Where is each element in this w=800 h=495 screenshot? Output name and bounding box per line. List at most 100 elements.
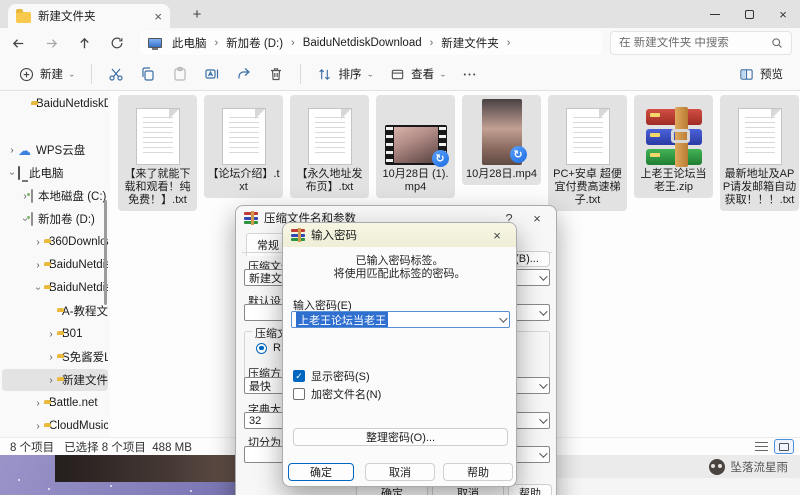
file-icon-box bbox=[646, 97, 702, 165]
sidebar-item-baidunetdis[interactable]: ›BaiduNetdis bbox=[2, 277, 108, 299]
sidebar-item-本地磁盘-c-[interactable]: ›本地磁盘 (C:) bbox=[2, 185, 108, 207]
new-tab-button[interactable]: + bbox=[186, 3, 208, 25]
refresh-button[interactable] bbox=[102, 30, 132, 56]
chevron-down-icon bbox=[539, 449, 547, 457]
large-icons-view-toggle[interactable] bbox=[774, 439, 794, 454]
maximize-button[interactable] bbox=[732, 0, 766, 28]
items-count: 8 个项目 bbox=[10, 439, 54, 455]
video-thumbnail: ↻ bbox=[385, 125, 447, 165]
sidebar-item-新加卷-d-[interactable]: ›新加卷 (D:) bbox=[2, 208, 108, 230]
explorer-tab[interactable]: 新建文件夹 × bbox=[8, 4, 170, 28]
user-avatar[interactable] bbox=[709, 459, 725, 475]
sidebar-item-新建文件夹[interactable]: ›新建文件夹 bbox=[2, 369, 108, 391]
file-name-label: 最新地址及APP请发邮箱自动获取！！！.txt bbox=[722, 168, 797, 207]
dialog-close-button[interactable]: × bbox=[486, 228, 508, 243]
delete-button[interactable] bbox=[260, 60, 292, 88]
chevron-icon[interactable]: › bbox=[32, 421, 44, 432]
sidebar-item-baidunetdis[interactable]: ›BaiduNetdis bbox=[2, 254, 108, 276]
breadcrumb-item[interactable]: 新加卷 (D:) bbox=[222, 33, 287, 53]
trash-icon bbox=[267, 65, 285, 83]
file-tile[interactable]: 最新地址及APP请发邮箱自动获取！！！.txt bbox=[720, 95, 799, 211]
sidebar-item-battle-net[interactable]: ›Battle.net bbox=[2, 392, 108, 414]
chevron-icon[interactable]: › bbox=[20, 213, 31, 225]
password-ok-button[interactable]: 确定 bbox=[288, 463, 354, 481]
password-dialog-title: 输入密码 bbox=[311, 227, 480, 243]
dialog-close-button[interactable]: × bbox=[526, 211, 548, 226]
checkbox-checked-icon: ✓ bbox=[293, 370, 305, 382]
thumbnail-view-icon bbox=[779, 443, 789, 451]
cut-button[interactable] bbox=[100, 60, 132, 88]
password-info-line2: 将使用匹配此标签的密码。 bbox=[283, 265, 516, 281]
new-button[interactable]: 新建 ⌄ bbox=[10, 60, 83, 88]
sort-button[interactable]: 排序 ⌄ bbox=[309, 60, 382, 88]
up-button[interactable] bbox=[69, 30, 99, 56]
show-password-checkbox[interactable]: ✓ 显示密码(S) bbox=[293, 368, 370, 384]
breadcrumb[interactable]: 此电脑›新加卷 (D:)›BaiduNetdiskDownload›新建文件夹› bbox=[140, 31, 602, 55]
file-tile[interactable]: ↻10月28日 (1).mp4 bbox=[376, 95, 455, 198]
sidebar-item-360downloa[interactable]: ›360Downloa bbox=[2, 231, 108, 253]
file-name-label: 【永久地址发布页】.txt bbox=[292, 168, 367, 194]
file-icon-box bbox=[566, 97, 610, 165]
password-dialog-titlebar[interactable]: 输入密码 × bbox=[283, 223, 516, 247]
breadcrumb-separator-icon: › bbox=[428, 37, 436, 49]
file-tile[interactable]: 【永久地址发布页】.txt bbox=[290, 95, 369, 198]
sidebar-item-cloudmusic[interactable]: ›CloudMusic bbox=[2, 415, 108, 437]
sidebar: BaiduNetdiskD ›☁WPS云盘›此电脑›本地磁盘 (C:)›新加卷 (… bbox=[0, 92, 110, 437]
chevron-icon[interactable]: › bbox=[19, 191, 31, 202]
file-tile[interactable]: 【论坛介绍】.txt bbox=[204, 95, 283, 198]
sidebar-item-s免酱爱lou[interactable]: ›S免酱爱LOU bbox=[2, 346, 108, 368]
share-button[interactable] bbox=[228, 60, 260, 88]
chevron-icon[interactable]: › bbox=[45, 375, 57, 386]
tab-close-icon[interactable]: × bbox=[154, 10, 162, 23]
new-button-label: 新建 bbox=[40, 66, 63, 82]
password-help-button[interactable]: 帮助 bbox=[443, 463, 513, 481]
password-cancel-button[interactable]: 取消 bbox=[365, 463, 435, 481]
netdisk-sync-badge-icon: ↻ bbox=[432, 150, 449, 167]
file-name-label: 【论坛介绍】.txt bbox=[206, 168, 281, 194]
chevron-icon[interactable]: › bbox=[7, 167, 18, 179]
chevron-icon[interactable]: › bbox=[32, 237, 44, 248]
breadcrumb-separator-icon: › bbox=[289, 37, 297, 49]
sidebar-item-此电脑[interactable]: ›此电脑 bbox=[2, 162, 108, 184]
minimize-button[interactable] bbox=[698, 0, 732, 28]
rar-format-radio[interactable]: R bbox=[256, 342, 281, 354]
chevron-icon[interactable]: › bbox=[45, 329, 57, 340]
encrypt-names-checkbox[interactable]: 加密文件名(N) bbox=[293, 386, 381, 402]
organize-passwords-button[interactable]: 整理密码(O)... bbox=[293, 428, 508, 446]
sidebar-item-baidunetdiskd[interactable]: BaiduNetdiskD bbox=[2, 93, 108, 115]
chevron-icon[interactable]: › bbox=[6, 145, 18, 156]
breadcrumb-item[interactable]: BaiduNetdiskDownload bbox=[299, 35, 426, 51]
sidebar-item-wps云盘[interactable]: ›☁WPS云盘 bbox=[2, 139, 108, 161]
chevron-icon[interactable]: › bbox=[32, 398, 44, 409]
forward-button[interactable] bbox=[36, 30, 66, 56]
breadcrumb-item[interactable]: 新建文件夹 bbox=[437, 33, 503, 53]
paste-button[interactable] bbox=[164, 60, 196, 88]
search-input[interactable] bbox=[619, 37, 771, 49]
sidebar-item-label: BaiduNetdiskD bbox=[36, 98, 108, 110]
this-pc-icon bbox=[18, 167, 24, 179]
password-combo[interactable]: 上老王论坛当老王 bbox=[291, 311, 510, 328]
sidebar-scrollbar[interactable] bbox=[104, 200, 107, 305]
preview-button[interactable]: 预览 bbox=[730, 60, 790, 88]
file-tile[interactable]: 【来了就能下载和观看！纯免费！】.txt bbox=[118, 95, 197, 211]
sidebar-item-a-教程文件[interactable]: A-教程文件 bbox=[2, 300, 108, 322]
chevron-icon[interactable]: › bbox=[33, 282, 44, 294]
breadcrumb-item[interactable]: 此电脑 bbox=[168, 33, 211, 53]
file-name-label: PC+安卓 超便宜付费高速梯子.txt bbox=[550, 168, 625, 207]
details-view-icon[interactable] bbox=[755, 442, 768, 451]
sidebar-item-b01[interactable]: ›B01 bbox=[2, 323, 108, 345]
file-tile[interactable]: 上老王论坛当老王.zip bbox=[634, 95, 713, 198]
file-name-label: 上老王论坛当老王.zip bbox=[636, 168, 711, 194]
back-button[interactable] bbox=[3, 30, 33, 56]
search-box[interactable] bbox=[610, 31, 792, 55]
chevron-icon[interactable]: › bbox=[32, 260, 44, 271]
view-button[interactable]: 查看 ⌄ bbox=[381, 60, 454, 88]
file-tile[interactable]: ↻10月28日.mp4 bbox=[462, 95, 541, 185]
archive-help-button[interactable]: 帮助 bbox=[508, 484, 552, 495]
close-button[interactable]: × bbox=[766, 0, 800, 28]
rename-button[interactable] bbox=[196, 60, 228, 88]
more-button[interactable] bbox=[454, 60, 486, 88]
copy-button[interactable] bbox=[132, 60, 164, 88]
chevron-icon[interactable]: › bbox=[45, 352, 57, 363]
file-tile[interactable]: PC+安卓 超便宜付费高速梯子.txt bbox=[548, 95, 627, 211]
